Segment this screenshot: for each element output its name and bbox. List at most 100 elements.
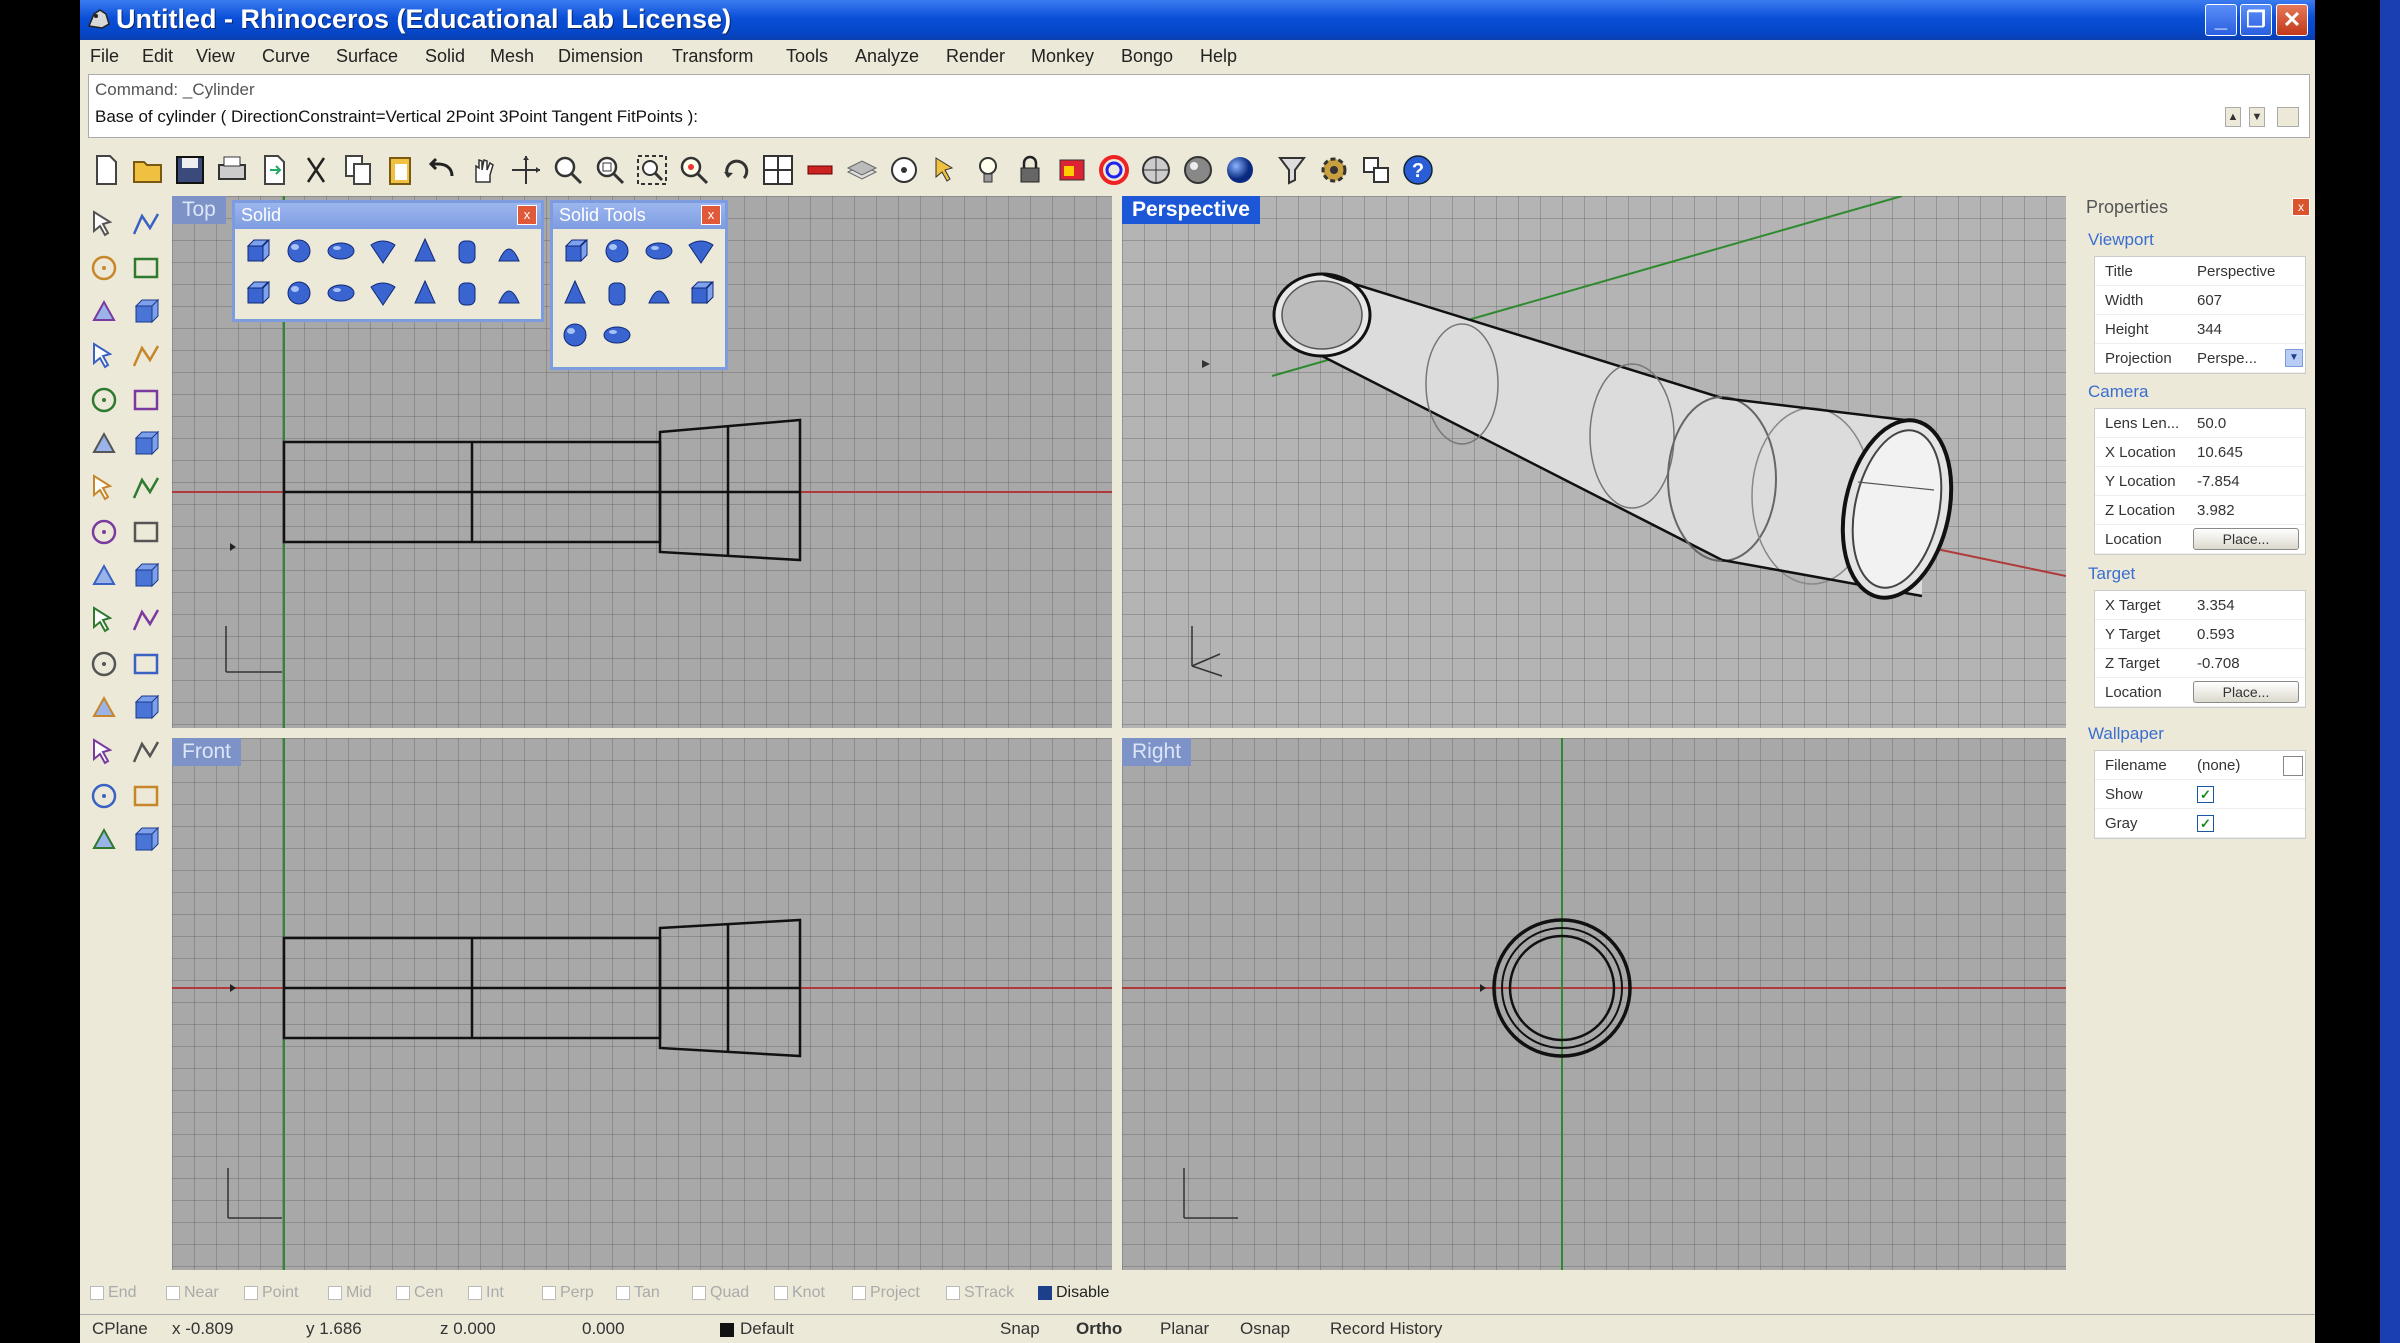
split-icon[interactable] xyxy=(86,602,122,638)
solid-tool-2-icon[interactable] xyxy=(283,235,315,267)
solid-tools-toolbar-panel[interactable]: Solid Tools x xyxy=(550,200,728,370)
command-options-button[interactable] xyxy=(2277,107,2299,127)
rhino-app-icon[interactable] xyxy=(86,6,112,32)
viewport-label-right[interactable]: Right xyxy=(1122,738,1192,766)
status-osnap-toggle[interactable]: Osnap xyxy=(1240,1319,1290,1339)
undo-view-icon[interactable] xyxy=(718,152,754,188)
solid-tool-1-icon[interactable] xyxy=(241,235,273,267)
solid-tool-3-icon[interactable] xyxy=(325,235,357,267)
viewport-front[interactable]: Front xyxy=(172,738,1112,1270)
menu-transform[interactable]: Transform xyxy=(672,46,753,67)
menu-edit[interactable]: Edit xyxy=(142,46,173,67)
osnap-perp[interactable]: Perp xyxy=(542,1284,594,1302)
solid-edit-tool-4-icon[interactable] xyxy=(685,235,717,267)
status-ortho-toggle[interactable]: Ortho xyxy=(1076,1319,1122,1339)
menu-curve[interactable]: Curve xyxy=(262,46,310,67)
prop-value-lens-length[interactable]: 50.0 xyxy=(2197,415,2226,432)
viewport-label-top[interactable]: Top xyxy=(172,196,226,224)
layer-icon[interactable] xyxy=(844,152,880,188)
solid-tool-7-icon[interactable] xyxy=(493,235,525,267)
status-cplane[interactable]: CPlane xyxy=(92,1319,148,1339)
array-icon[interactable] xyxy=(86,778,122,814)
status-planar-toggle[interactable]: Planar xyxy=(1160,1319,1209,1339)
sphere-icon[interactable] xyxy=(1222,152,1258,188)
osnap-checkbox[interactable] xyxy=(774,1285,788,1300)
prop-value-x-location[interactable]: 10.645 xyxy=(2197,444,2243,461)
osnap-checkbox[interactable] xyxy=(244,1285,258,1300)
grid-snap-icon[interactable] xyxy=(802,152,838,188)
rectangle-icon[interactable] xyxy=(128,338,164,374)
pan-icon[interactable] xyxy=(466,152,502,188)
osnap-project[interactable]: Project xyxy=(852,1284,920,1302)
options-icon[interactable] xyxy=(1316,152,1352,188)
prop-value-x-target[interactable]: 3.354 xyxy=(2197,597,2235,614)
menu-dimension[interactable]: Dimension xyxy=(558,46,643,67)
maximize-button[interactable]: ❐ xyxy=(2240,4,2272,36)
osnap-disable[interactable]: Disable xyxy=(1038,1284,1109,1302)
render-icon[interactable] xyxy=(1096,152,1132,188)
osnap-int[interactable]: Int xyxy=(468,1284,504,1302)
osnap-checkbox[interactable] xyxy=(396,1285,410,1300)
solid-tools-toolbar-titlebar[interactable]: Solid Tools x xyxy=(553,203,725,229)
select-arrow-icon[interactable] xyxy=(86,206,122,242)
solid-tool-8-icon[interactable] xyxy=(241,277,273,309)
cut-icon[interactable] xyxy=(298,152,334,188)
target-place-button[interactable]: Place... xyxy=(2193,681,2299,703)
solid-edit-tool-8-icon[interactable] xyxy=(685,277,717,309)
help-icon[interactable]: ? xyxy=(1400,152,1436,188)
prop-value-z-target[interactable]: -0.708 xyxy=(2197,655,2240,672)
osnap-strack[interactable]: STrack xyxy=(946,1284,1014,1302)
light-icon[interactable] xyxy=(970,152,1006,188)
solid-edit-tool-2-icon[interactable] xyxy=(601,235,633,267)
menu-analyze[interactable]: Analyze xyxy=(855,46,919,67)
solid-edit-tool-1-icon[interactable] xyxy=(559,235,591,267)
print-icon[interactable] xyxy=(214,152,250,188)
gray-wallpaper-checkbox[interactable]: ✓ xyxy=(2197,815,2214,832)
fillet-icon[interactable] xyxy=(128,382,164,418)
osnap-checkbox[interactable] xyxy=(946,1285,960,1300)
solid-tool-4-icon[interactable] xyxy=(367,235,399,267)
prop-value-y-location[interactable]: -7.854 xyxy=(2197,473,2240,490)
open-icon[interactable] xyxy=(130,152,166,188)
mesh-icon[interactable] xyxy=(128,470,164,506)
point-icon[interactable] xyxy=(128,206,164,242)
solid-tool-5-icon[interactable] xyxy=(409,235,441,267)
boolean-icon[interactable] xyxy=(128,514,164,550)
offset-icon[interactable] xyxy=(86,558,122,594)
menu-help[interactable]: Help xyxy=(1200,46,1237,67)
osnap-point[interactable]: Point xyxy=(244,1284,298,1302)
zoom-window-icon[interactable] xyxy=(592,152,628,188)
surface-icon[interactable] xyxy=(86,426,122,462)
viewport-label-perspective[interactable]: Perspective xyxy=(1122,196,1260,224)
command-prompt[interactable]: Base of cylinder ( DirectionConstraint=V… xyxy=(95,107,698,127)
prop-value-y-target[interactable]: 0.593 xyxy=(2197,626,2235,643)
copy-icon[interactable] xyxy=(340,152,376,188)
menu-render[interactable]: Render xyxy=(946,46,1005,67)
ellipse-icon[interactable] xyxy=(128,294,164,330)
solid-tool-10-icon[interactable] xyxy=(325,277,357,309)
dimension-icon[interactable] xyxy=(128,778,164,814)
scale-icon[interactable] xyxy=(86,734,122,770)
menu-file[interactable]: File xyxy=(90,46,119,67)
prop-value-height[interactable]: 344 xyxy=(2197,321,2222,338)
osnap-checkbox[interactable] xyxy=(616,1285,630,1300)
solid-tool-6-icon[interactable] xyxy=(451,235,483,267)
polyline-icon[interactable] xyxy=(86,250,122,286)
command-scroll-up-button[interactable]: ▲ xyxy=(2225,107,2241,127)
viewport-right[interactable]: Right xyxy=(1122,738,2066,1270)
mirror-icon[interactable] xyxy=(128,734,164,770)
osnap-tan[interactable]: Tan xyxy=(616,1284,660,1302)
osnap-checkbox[interactable] xyxy=(90,1285,104,1300)
osnap-checkbox[interactable] xyxy=(1038,1285,1052,1300)
osnap-near[interactable]: Near xyxy=(166,1284,219,1302)
text-icon[interactable] xyxy=(86,822,122,858)
menu-bongo[interactable]: Bongo xyxy=(1121,46,1173,67)
osnap-quad[interactable]: Quad xyxy=(692,1284,749,1302)
osnap-checkbox[interactable] xyxy=(166,1285,180,1300)
select-icon[interactable] xyxy=(928,152,964,188)
zoom-dynamic-icon[interactable] xyxy=(550,152,586,188)
save-icon[interactable] xyxy=(172,152,208,188)
menu-tools[interactable]: Tools xyxy=(786,46,828,67)
box-icon[interactable] xyxy=(128,426,164,462)
status-snap-toggle[interactable]: Snap xyxy=(1000,1319,1040,1339)
